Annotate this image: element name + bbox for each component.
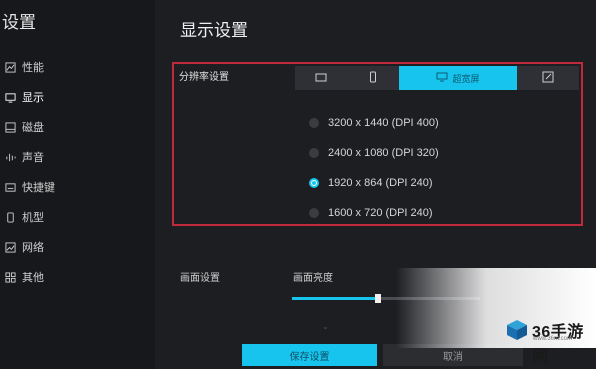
resolution-option[interactable]: 1600 x 720 (DPI 240)	[309, 198, 569, 228]
sidebar-item-label: 声音	[22, 152, 44, 164]
brightness-slider-fill	[292, 297, 379, 300]
phone-icon	[4, 211, 16, 223]
sidebar-item-other[interactable]: 其他	[0, 262, 155, 292]
sidebar-item-label: 机型	[22, 212, 44, 224]
grid-icon	[4, 271, 16, 283]
chevron-down-icon: ⌄	[322, 322, 329, 331]
screen-settings-label: 画面设置	[180, 273, 220, 284]
keyboard-icon	[4, 181, 16, 193]
sidebar-nav: 性能 显示 磁盘 声音 快捷键 机型 网络 其他	[0, 52, 155, 292]
page-title: 显示设置	[180, 21, 248, 40]
sidebar-item-disk[interactable]: 磁盘	[0, 112, 155, 142]
resolution-label: 分辨率设置	[179, 72, 229, 83]
resolution-option[interactable]: 1920 x 864 (DPI 240)	[309, 168, 569, 198]
cube-logo-icon	[505, 318, 529, 342]
tab-widescreen-label: 超宽屏	[452, 73, 480, 84]
sidebar-item-label: 快捷键	[22, 182, 55, 194]
sidebar-item-model[interactable]: 机型	[0, 202, 155, 232]
resolution-option-label: 2400 x 1080 (DPI 320)	[328, 147, 439, 159]
save-button[interactable]: 保存设置	[242, 344, 377, 366]
sidebar-item-label: 其他	[22, 272, 44, 284]
radio-button[interactable]	[309, 148, 319, 158]
sidebar-item-label: 网络	[22, 242, 44, 254]
sidebar: 设置 性能 显示 磁盘 声音 快捷键 机型 网络 其他	[0, 0, 155, 369]
tab-tablet[interactable]	[295, 66, 347, 90]
monitor-icon	[436, 71, 448, 85]
resolution-panel: 分辨率设置 超宽屏 3200 x 1440 (DPI 400) 2400 x 1…	[172, 62, 583, 226]
brightness-slider-thumb[interactable]	[375, 294, 382, 303]
edit-icon	[542, 71, 554, 86]
phone-portrait-icon	[367, 71, 379, 86]
radio-button[interactable]	[309, 118, 319, 128]
resolution-option[interactable]: 2400 x 1080 (DPI 320)	[309, 138, 569, 168]
sidebar-item-sound[interactable]: 声音	[0, 142, 155, 172]
sidebar-item-label: 磁盘	[22, 122, 44, 134]
resolution-option-label: 1600 x 720 (DPI 240)	[328, 207, 433, 219]
resolution-option-label: 3200 x 1440 (DPI 400)	[328, 117, 439, 129]
tab-widescreen[interactable]: 超宽屏	[399, 66, 517, 90]
sound-icon	[4, 151, 16, 163]
sidebar-item-display[interactable]: 显示	[0, 82, 155, 112]
monitor-icon	[4, 91, 16, 103]
tab-phone[interactable]	[347, 66, 399, 90]
resolution-option[interactable]: 3200 x 1440 (DPI 400)	[309, 108, 569, 138]
sidebar-item-shortcut[interactable]: 快捷键	[0, 172, 155, 202]
watermark-name: 36手游网	[532, 324, 584, 365]
app-title: 设置	[2, 13, 36, 32]
resolution-tabs: 超宽屏	[295, 66, 579, 90]
network-icon	[4, 241, 16, 253]
performance-icon	[4, 61, 16, 73]
sidebar-item-label: 性能	[22, 62, 44, 74]
watermark-url: www.36nt.com	[533, 336, 573, 342]
tab-custom[interactable]	[517, 66, 579, 90]
sidebar-item-label: 显示	[22, 92, 44, 104]
sidebar-item-performance[interactable]: 性能	[0, 52, 155, 82]
disk-icon	[4, 121, 16, 133]
resolution-options: 3200 x 1440 (DPI 400) 2400 x 1080 (DPI 3…	[309, 108, 569, 228]
resolution-option-label: 1920 x 864 (DPI 240)	[328, 177, 433, 189]
radio-button[interactable]	[309, 208, 319, 218]
tablet-landscape-icon	[315, 71, 327, 86]
brightness-label: 画面亮度	[293, 273, 333, 284]
sidebar-item-network[interactable]: 网络	[0, 232, 155, 262]
radio-button-selected[interactable]	[309, 178, 319, 188]
